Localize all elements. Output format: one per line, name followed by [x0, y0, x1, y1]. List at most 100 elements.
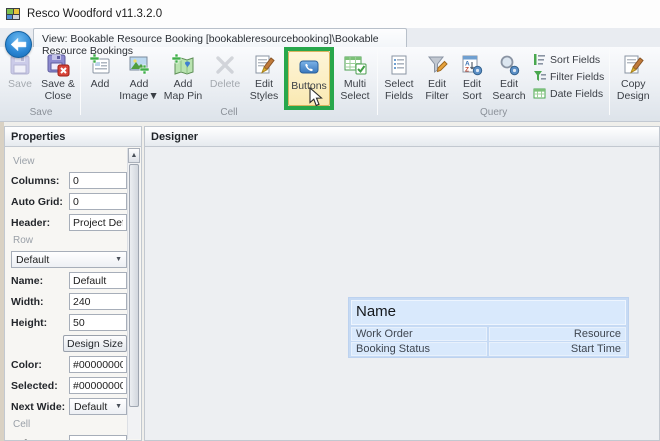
chevron-down-icon: ▼: [115, 403, 122, 410]
edit-search-label: Edit Search: [492, 78, 526, 102]
height-label: Height:: [11, 316, 48, 329]
scroll-up-icon[interactable]: ▲: [128, 148, 140, 163]
properties-scrollbar[interactable]: ▲: [127, 148, 140, 439]
ribbon-group-design: Copy Design: [611, 47, 655, 121]
section-label-view: View: [13, 156, 35, 167]
row-style-value: Default: [16, 253, 50, 266]
ribbon-group-separator: [609, 49, 611, 115]
row-style-combo[interactable]: Default ▼: [11, 251, 127, 268]
add-label: Add: [90, 78, 110, 90]
selected-input[interactable]: [69, 377, 127, 394]
card-row: Work Order Resource: [351, 327, 626, 341]
columns-input[interactable]: [69, 172, 127, 189]
card-cell-booking-status[interactable]: Booking Status: [351, 342, 487, 356]
selected-label: Selected:: [11, 379, 58, 392]
designer-panel: Designer Name Work Order Resource Bookin…: [144, 126, 660, 441]
add-map-pin-button[interactable]: Add Map Pin: [160, 49, 206, 104]
auto-grid-label: Auto Grid:: [11, 195, 63, 208]
add-image-label: Add Image▼: [119, 78, 159, 102]
add-button[interactable]: Add: [82, 49, 118, 104]
edit-search-button[interactable]: Edit Search: [489, 49, 529, 104]
date-fields-label: Date Fields: [550, 87, 604, 100]
filter-fields-icon: [534, 71, 546, 81]
edit-sort-button[interactable]: A Z Edit Sort: [455, 49, 489, 104]
add-image-button[interactable]: Add Image▼: [118, 49, 160, 104]
select-fields-icon: [387, 52, 411, 78]
header-input[interactable]: [69, 214, 127, 231]
name-label: Name:: [11, 274, 44, 287]
window-title: Resco Woodford v11.3.2.0: [27, 8, 163, 20]
back-icon: [10, 38, 27, 51]
card-cell-start-time[interactable]: Start Time: [489, 342, 626, 356]
field-row-next-wide: Next Wide: Default ▼: [11, 398, 127, 415]
row-design-card[interactable]: Name Work Order Resource Booking Status …: [348, 297, 629, 358]
color-input[interactable]: [69, 356, 127, 373]
multi-select-button[interactable]: Multi Select: [334, 49, 376, 104]
chevron-down-icon: ▼: [115, 256, 122, 263]
field-row-row-style: Default ▼: [11, 251, 127, 268]
date-fields-icon: [533, 88, 546, 99]
auto-grid-input[interactable]: [69, 193, 127, 210]
filter-fields-label: Filter Fields: [550, 70, 605, 83]
next-wide-combo[interactable]: Default ▼: [69, 398, 127, 415]
cursor-icon: [309, 87, 323, 107]
delete-button[interactable]: Delete: [206, 49, 244, 104]
scrollbar-thumb[interactable]: [129, 164, 139, 407]
edit-search-icon: [497, 52, 521, 78]
select-fields-label: Select Fields: [384, 78, 414, 102]
edit-filter-icon: [425, 52, 449, 78]
save-close-button[interactable]: Save & Close: [37, 49, 79, 104]
delete-icon: [213, 52, 237, 78]
edit-sort-label: Edit Sort: [462, 78, 482, 102]
name-input[interactable]: [69, 272, 127, 289]
designer-canvas[interactable]: Name Work Order Resource Booking Status …: [145, 148, 659, 440]
save-close-label: Save & Close: [41, 78, 75, 102]
card-cell-name[interactable]: Name: [351, 300, 626, 325]
field-row-color: Color:: [11, 356, 127, 373]
color-label: Color:: [11, 358, 42, 371]
tab-view-bookings[interactable]: View: Bookable Resource Booking [bookabl…: [33, 28, 407, 57]
edit-styles-button[interactable]: Edit Styles: [244, 49, 284, 104]
next-wide-label: Next Wide:: [11, 400, 66, 413]
card-cell-resource[interactable]: Resource: [489, 327, 626, 341]
back-button[interactable]: [5, 31, 32, 58]
field-row-design-size: Design Size: [11, 335, 127, 352]
field-buttons-stack: Sort Fields Filter Fields Date Fields: [529, 49, 608, 102]
save-label: Save: [8, 78, 32, 90]
design-size-button[interactable]: Design Size: [63, 335, 127, 352]
sort-fields-button[interactable]: Sort Fields: [529, 51, 608, 68]
properties-form: View Columns: Auto Grid: Header: Row Def…: [5, 148, 127, 440]
copy-design-label: Copy Design: [616, 78, 650, 102]
ribbon-group-query: Select Fields Edit Filter A Z Edit Sort …: [379, 47, 608, 121]
section-label-cell: Cell: [13, 419, 31, 430]
field-row-height: Height:: [11, 314, 127, 331]
ribbon-group-cell: Add Add Image▼ Add Map Pin Delete Edit S…: [82, 47, 376, 121]
buttons-phone-icon: [297, 54, 321, 80]
date-fields-button[interactable]: Date Fields: [529, 85, 608, 102]
field-row-selected: Selected:: [11, 377, 127, 394]
field-row-columns: Columns:: [11, 172, 127, 189]
field-row-header: Header:: [11, 214, 127, 231]
ribbon-group-separator: [377, 49, 378, 115]
copy-design-button[interactable]: Copy Design: [611, 49, 655, 104]
sort-fields-icon: [534, 54, 545, 65]
add-map-pin-label: Add Map Pin: [163, 78, 203, 102]
app-window: Resco Woodford v11.3.2.0 View: Bookable …: [0, 0, 660, 441]
svg-text:Z: Z: [465, 67, 469, 74]
filter-fields-button[interactable]: Filter Fields: [529, 68, 608, 85]
left-input[interactable]: [69, 435, 127, 440]
multi-select-icon: [343, 52, 367, 78]
title-bar: Resco Woodford v11.3.2.0: [0, 0, 660, 28]
width-label: Width:: [11, 295, 44, 308]
edit-filter-button[interactable]: Edit Filter: [419, 49, 455, 104]
edit-sort-icon: A Z: [460, 52, 484, 78]
copy-design-icon: [621, 52, 645, 78]
next-wide-value: Default: [74, 400, 108, 413]
properties-panel-title: Properties: [5, 127, 141, 147]
card-row: Booking Status Start Time: [351, 342, 626, 356]
select-fields-button[interactable]: Select Fields: [379, 49, 419, 104]
card-cell-work-order[interactable]: Work Order: [351, 327, 487, 341]
width-input[interactable]: [69, 293, 127, 310]
height-input[interactable]: [69, 314, 127, 331]
ribbon-group-save: Save Save & Close Save: [3, 47, 79, 121]
